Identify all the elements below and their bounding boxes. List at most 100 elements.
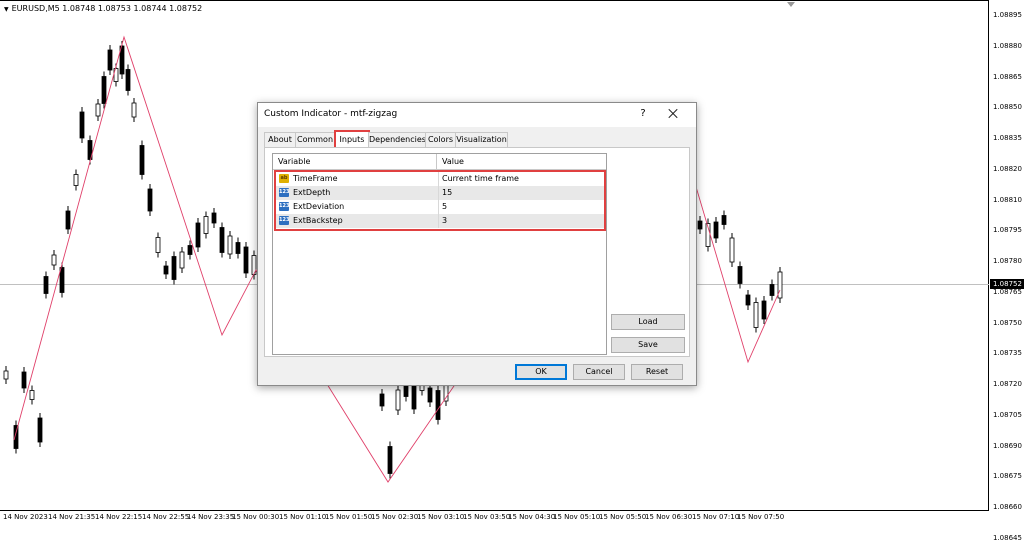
cancel-button[interactable]: Cancel bbox=[573, 364, 625, 380]
input-value[interactable]: Current time frame bbox=[438, 172, 602, 186]
candle-body bbox=[387, 446, 393, 474]
time-tick-label: 14 Nov 2023 bbox=[3, 513, 48, 521]
inputs-grid: Variable Value ab TimeFrame Current time… bbox=[272, 153, 607, 355]
candle-body bbox=[737, 266, 743, 284]
time-tick-label: 14 Nov 22:55 bbox=[142, 513, 190, 521]
time-tick-label: 15 Nov 01:50 bbox=[325, 513, 373, 521]
integer-type-icon: 123 bbox=[279, 216, 290, 225]
time-tick-label: 15 Nov 01:10 bbox=[279, 513, 327, 521]
price-tick-label: 1.08750 bbox=[993, 318, 1022, 327]
price-tick-label: 1.08895 bbox=[993, 11, 1022, 19]
time-tick-label: 15 Nov 02:30 bbox=[371, 513, 419, 521]
time-tick-label: 15 Nov 06:30 bbox=[645, 513, 693, 521]
input-value[interactable]: 5 bbox=[438, 200, 602, 214]
candle-body bbox=[37, 417, 43, 443]
price-tick-label: 1.08780 bbox=[993, 257, 1022, 265]
time-tick-label: 14 Nov 23:35 bbox=[187, 513, 235, 521]
integer-type-icon: 123 bbox=[279, 188, 290, 197]
input-row-extdepth[interactable]: 123 ExtDepth 15 bbox=[276, 186, 604, 200]
current-price-label: 1.08752 bbox=[990, 279, 1024, 289]
candle-body bbox=[211, 212, 217, 224]
time-tick-label: 14 Nov 21:35 bbox=[48, 513, 96, 521]
candle-body bbox=[139, 145, 145, 175]
candle-body bbox=[59, 267, 65, 293]
candle-body bbox=[729, 237, 735, 263]
candle-body bbox=[379, 393, 385, 407]
candle-body bbox=[753, 302, 759, 328]
candle-body bbox=[435, 390, 441, 420]
candle-body bbox=[21, 371, 27, 389]
price-tick-label: 1.08795 bbox=[993, 226, 1022, 235]
candle-body bbox=[125, 69, 131, 91]
string-type-icon: ab bbox=[279, 174, 289, 183]
load-button[interactable]: Load bbox=[611, 314, 685, 330]
tab-about[interactable]: About bbox=[264, 132, 296, 147]
price-tick-label: 1.08820 bbox=[993, 164, 1022, 173]
candle-body bbox=[101, 76, 107, 104]
candle-body bbox=[227, 235, 233, 255]
price-tick-label: 1.08645 bbox=[993, 533, 1022, 542]
input-variable-name: TimeFrame bbox=[293, 174, 338, 183]
candle-body bbox=[761, 300, 767, 320]
grid-header: Variable Value bbox=[273, 154, 606, 170]
candle-body bbox=[745, 294, 751, 306]
tab-common[interactable]: Common bbox=[295, 132, 335, 147]
chart-title-text: EURUSD,M5 1.08748 1.08753 1.08744 1.0875… bbox=[11, 4, 203, 13]
time-tick-label: 15 Nov 00:30 bbox=[232, 513, 280, 521]
price-tick-label: 1.08835 bbox=[993, 134, 1022, 142]
price-tick-label: 1.08810 bbox=[993, 195, 1022, 204]
chart-menu-arrow-icon[interactable] bbox=[4, 4, 12, 13]
tab-dependencies[interactable]: Dependencies bbox=[368, 132, 426, 147]
variable-column-header[interactable]: Variable bbox=[273, 154, 437, 169]
time-tick-label: 15 Nov 03:50 bbox=[463, 513, 511, 521]
close-icon[interactable] bbox=[665, 106, 681, 122]
tab-colors[interactable]: Colors bbox=[425, 132, 456, 147]
price-tick-label: 1.08850 bbox=[993, 103, 1022, 112]
price-tick-label: 1.08735 bbox=[993, 349, 1022, 358]
candle-body bbox=[79, 111, 85, 139]
tab-visualization[interactable]: Visualization bbox=[455, 132, 508, 147]
input-row-timeframe[interactable]: ab TimeFrame Current time frame bbox=[276, 172, 604, 186]
candle-body bbox=[187, 245, 193, 255]
dialog-titlebar[interactable]: Custom Indicator - mtf-zigzag ? bbox=[258, 103, 696, 127]
reset-button[interactable]: Reset bbox=[631, 364, 683, 380]
candle-body bbox=[195, 222, 201, 248]
time-tick-label: 15 Nov 05:50 bbox=[599, 513, 647, 521]
candle-body bbox=[51, 254, 57, 266]
candle-body bbox=[131, 102, 137, 118]
input-row-extbackstep[interactable]: 123 ExtBackstep 3 bbox=[276, 214, 604, 228]
save-button[interactable]: Save bbox=[611, 337, 685, 353]
time-tick-label: 15 Nov 07:10 bbox=[692, 513, 740, 521]
time-tick-label: 15 Nov 03:10 bbox=[417, 513, 465, 521]
candle-body bbox=[147, 188, 153, 212]
candle-body bbox=[155, 237, 161, 253]
help-button[interactable]: ? bbox=[636, 107, 650, 121]
candle-body bbox=[3, 370, 9, 380]
time-tick-label: 15 Nov 05:10 bbox=[553, 513, 601, 521]
value-column-header[interactable]: Value bbox=[437, 154, 602, 169]
candle-body bbox=[721, 215, 727, 225]
candle-body bbox=[203, 216, 209, 234]
input-variable-name: ExtDepth bbox=[293, 188, 331, 197]
input-value[interactable]: 3 bbox=[438, 214, 602, 228]
candle-body bbox=[95, 103, 101, 117]
price-tick-label: 1.08660 bbox=[993, 503, 1022, 511]
input-row-extdeviation[interactable]: 123 ExtDeviation 5 bbox=[276, 200, 604, 214]
candle-body bbox=[171, 256, 177, 280]
custom-indicator-dialog: Custom Indicator - mtf-zigzag ? About Co… bbox=[257, 102, 697, 386]
price-tick-label: 1.08865 bbox=[993, 72, 1022, 81]
candle-body bbox=[769, 284, 775, 296]
candle-body bbox=[395, 389, 401, 411]
price-tick-label: 1.08705 bbox=[993, 410, 1022, 419]
time-tick-label: 15 Nov 07:50 bbox=[737, 513, 785, 521]
candle-body bbox=[713, 221, 719, 239]
candle-body bbox=[427, 387, 433, 403]
candle-body bbox=[179, 251, 185, 269]
candle-body bbox=[65, 210, 71, 230]
ok-button[interactable]: OK bbox=[515, 364, 567, 380]
price-tick-label: 1.08690 bbox=[993, 441, 1022, 450]
input-value[interactable]: 15 bbox=[438, 186, 602, 200]
candle-body bbox=[73, 174, 79, 186]
chart-symbol-title: EURUSD,M5 1.08748 1.08753 1.08744 1.0875… bbox=[4, 4, 202, 13]
candle-body bbox=[243, 246, 249, 274]
